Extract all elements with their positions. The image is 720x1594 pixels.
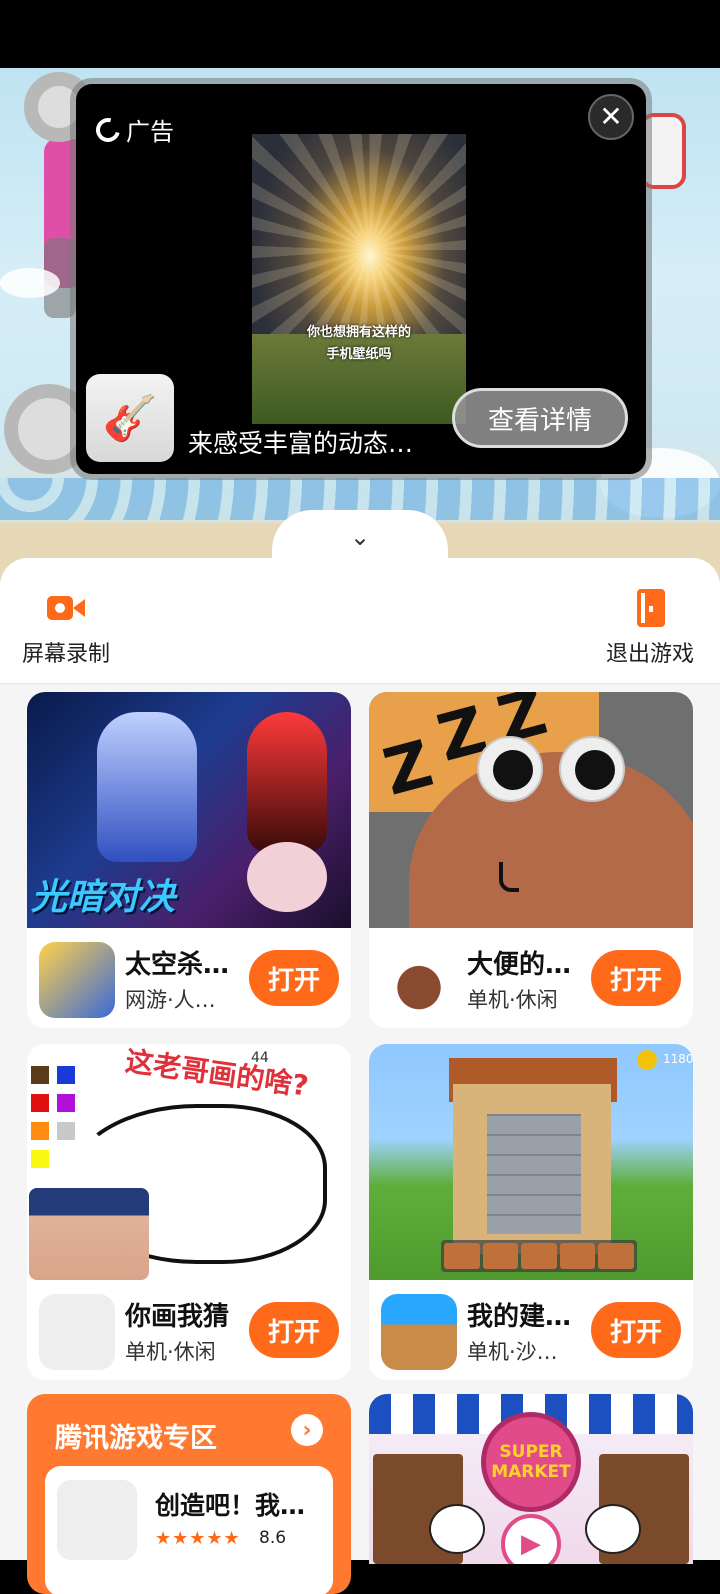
- game-app-icon: [381, 1294, 457, 1370]
- thumbnail-logo-text: 光暗对决: [31, 877, 176, 918]
- game-thumbnail[interactable]: 光暗对决: [27, 692, 351, 928]
- tencent-zone-game[interactable]: 创造吧！我… ★★★★★ 8.6: [45, 1466, 333, 1594]
- exit-game-label: 退出游戏: [606, 642, 695, 667]
- kitty-character: [429, 1504, 485, 1554]
- play-icon[interactable]: ▶: [501, 1514, 561, 1564]
- thumbnail-person: [29, 1188, 149, 1280]
- ad-video-caption: 你也想拥有这样的 手机壁纸吗: [252, 322, 466, 366]
- status-bar: [0, 0, 720, 68]
- open-game-button[interactable]: 打开: [249, 1302, 339, 1358]
- game-bg-decoration: [640, 113, 686, 189]
- ad-label-text: 广告: [126, 118, 174, 146]
- game-bg-decoration: [0, 268, 60, 298]
- game-tags: 单机·沙…: [467, 1340, 558, 1364]
- open-game-button[interactable]: 打开: [249, 950, 339, 1006]
- thumbnail-counter: 44: [251, 1050, 269, 1066]
- super-market-logo: SUPER MARKET: [481, 1412, 581, 1512]
- chevron-down-icon: ⌄: [349, 523, 371, 551]
- game-app-icon: [381, 942, 457, 1018]
- game-app-icon: [39, 1294, 115, 1370]
- ad-popup[interactable]: 广告 ✕ 你也想拥有这样的 手机壁纸吗 🎸 来感受丰富的动态… 查看详情: [76, 84, 646, 474]
- kitty-character: [585, 1504, 641, 1554]
- game-menu-sheet: 屏幕录制 退出游戏 光暗对决 太空杀… 网游·人… 打开 Z Z Z 大便的… …: [0, 558, 720, 1594]
- tencent-zone-game-name: 创造吧！我…: [155, 1491, 306, 1520]
- sheet-toolbar: 屏幕录制 退出游戏: [0, 558, 720, 684]
- thumbnail-caption: 这老哥画的啥?: [123, 1044, 311, 1103]
- video-camera-icon: [46, 588, 86, 628]
- game-thumbnail[interactable]: 这老哥画的啥? 44: [27, 1044, 351, 1280]
- exit-game-button[interactable]: 退出游戏: [606, 588, 694, 668]
- game-card[interactable]: Z Z Z 大便的… 单机·休闲 打开: [369, 692, 693, 1028]
- ad-label: 广告: [91, 112, 174, 147]
- logo-text: MARKET: [491, 1462, 571, 1482]
- ad-title[interactable]: 来感受丰富的动态…: [188, 424, 413, 460]
- open-game-button[interactable]: 打开: [591, 1302, 681, 1358]
- collapse-panel-button[interactable]: ⌄: [272, 510, 448, 564]
- game-app-icon: [39, 942, 115, 1018]
- screen-record-button[interactable]: 屏幕录制: [22, 588, 110, 668]
- ad-video[interactable]: 你也想拥有这样的 手机壁纸吗: [252, 134, 466, 424]
- game-app-icon: [57, 1480, 137, 1560]
- exit-door-icon: [630, 588, 670, 628]
- star-rating-icon: ★★★★★: [155, 1528, 241, 1549]
- logo-text: SUPER: [499, 1442, 563, 1462]
- game-tags: 单机·休闲: [467, 988, 558, 1012]
- coin-icon: [637, 1050, 657, 1070]
- ad-network-icon: [91, 113, 125, 146]
- game-name: 我的建…: [467, 1302, 572, 1332]
- tencent-games-zone[interactable]: 腾讯游戏专区 › 创造吧！我… ★★★★★ 8.6: [27, 1394, 351, 1594]
- screen-record-label: 屏幕录制: [22, 642, 111, 667]
- ad-video-caption-line: 你也想拥有这样的: [306, 325, 411, 340]
- game-thumbnail[interactable]: 1180: [369, 1044, 693, 1280]
- close-ad-button[interactable]: ✕: [588, 94, 634, 140]
- rating-score: 8.6: [259, 1528, 287, 1548]
- guitar-icon[interactable]: 🎸: [86, 374, 174, 462]
- tencent-zone-title: 腾讯游戏专区: [55, 1423, 217, 1454]
- coin-count: 1180: [663, 1052, 693, 1066]
- open-game-button[interactable]: 打开: [591, 950, 681, 1006]
- ad-video-caption-line: 手机壁纸吗: [326, 347, 392, 362]
- game-tags: 网游·人…: [125, 988, 216, 1012]
- chevron-right-icon[interactable]: ›: [291, 1414, 323, 1446]
- game-thumbnail[interactable]: Z Z Z: [369, 692, 693, 928]
- game-name: 你画我猜: [125, 1302, 230, 1332]
- game-card[interactable]: 1180 我的建… 单机·沙… 打开: [369, 1044, 693, 1380]
- close-icon: ✕: [599, 100, 623, 133]
- game-name: 太空杀…: [125, 950, 230, 980]
- game-name: 大便的…: [467, 950, 572, 980]
- game-card[interactable]: 光暗对决 太空杀… 网游·人… 打开: [27, 692, 351, 1028]
- game-card[interactable]: 这老哥画的啥? 44 你画我猜 单机·休闲 打开: [27, 1044, 351, 1380]
- game-tags: 单机·休闲: [125, 1340, 216, 1364]
- promo-game-card[interactable]: SUPER MARKET ▶: [369, 1394, 693, 1564]
- view-details-button[interactable]: 查看详情: [452, 388, 628, 448]
